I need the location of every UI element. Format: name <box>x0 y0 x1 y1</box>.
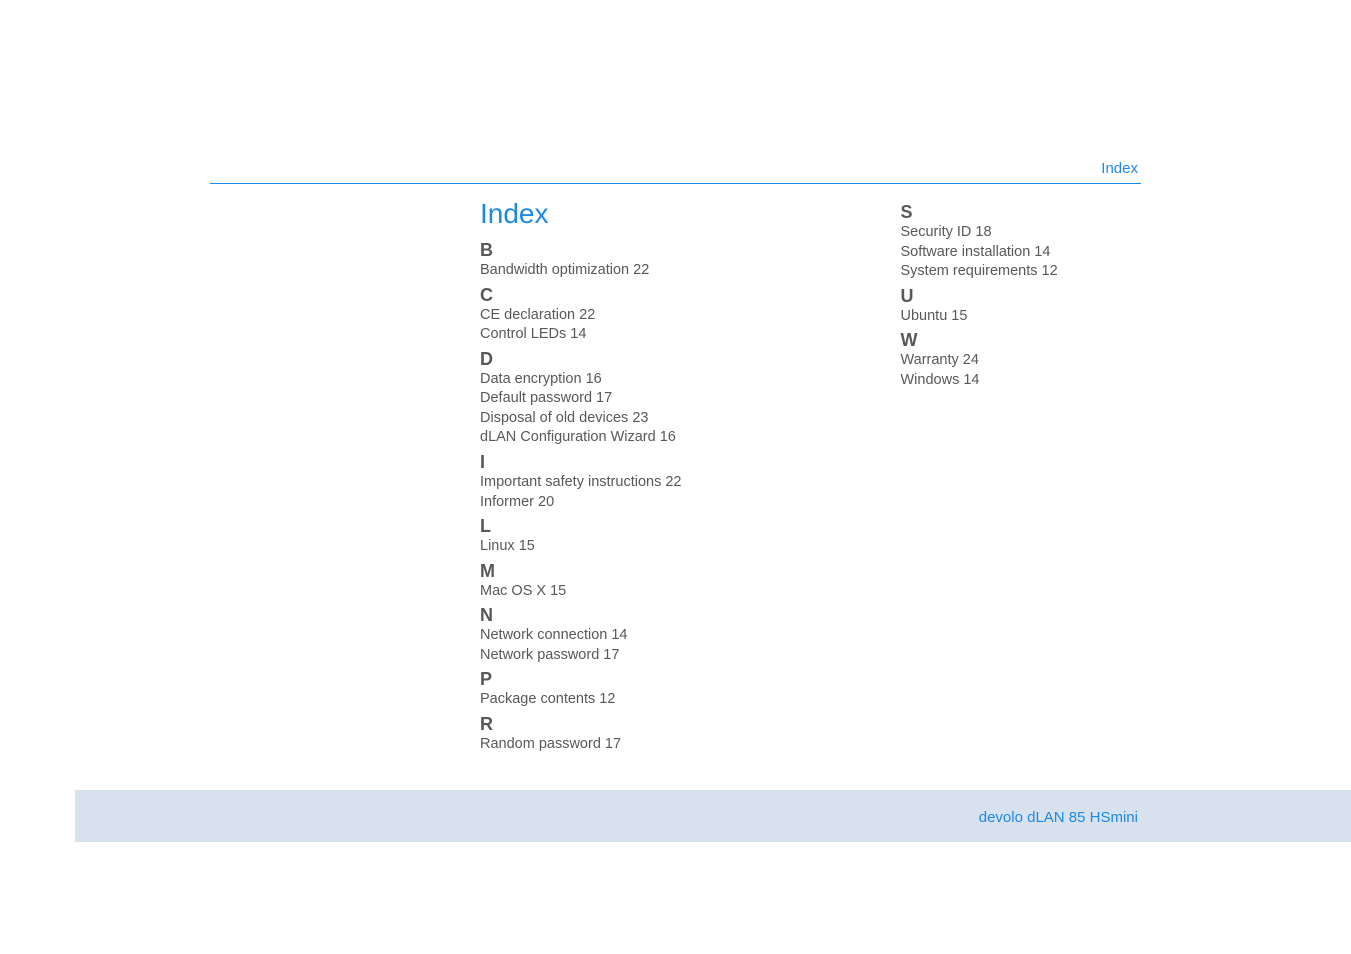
index-letter: S <box>901 202 1142 223</box>
index-entry: Package contents 12 <box>480 690 721 710</box>
index-entry: CE declaration 22 <box>480 306 721 326</box>
index-entry: Disposal of old devices 23 <box>480 409 721 429</box>
index-entry: Windows 14 <box>901 371 1142 391</box>
index-letter: P <box>480 669 721 690</box>
index-letter: C <box>480 285 721 306</box>
index-col-1: Index BBandwidth optimization 22 CCE decl… <box>480 198 721 754</box>
index-entry: Security ID 18 <box>901 223 1142 243</box>
index-entry: Ubuntu 15 <box>901 307 1142 327</box>
index-entry: Warranty 24 <box>901 351 1142 371</box>
footer-band <box>75 790 1351 842</box>
index-columns: Index BBandwidth optimization 22 CCE decl… <box>480 198 1141 754</box>
index-title: Index <box>480 198 721 230</box>
index-entry: Random password 17 <box>480 735 721 755</box>
index-entry: dLAN Configuration Wizard 16 <box>480 428 721 448</box>
index-col-2: SSecurity ID 18Software installation 14S… <box>901 198 1142 754</box>
index-entry: Linux 15 <box>480 537 721 557</box>
index-entry: Mac OS X 15 <box>480 582 721 602</box>
index-entry: Bandwidth optimization 22 <box>480 261 721 281</box>
index-letter: L <box>480 516 721 537</box>
index-entry: System requirements 12 <box>901 262 1142 282</box>
index-letter: U <box>901 286 1142 307</box>
index-entry: Network connection 14 <box>480 626 721 646</box>
index-entry: Default password 17 <box>480 389 721 409</box>
index-letter: D <box>480 349 721 370</box>
index-entry: Software installation 14 <box>901 243 1142 263</box>
index-letter: I <box>480 452 721 473</box>
index-letter: N <box>480 605 721 626</box>
index-entry: Data encryption 16 <box>480 370 721 390</box>
page-header-breadcrumb: Index <box>1101 160 1138 177</box>
index-entry: Control LEDs 14 <box>480 325 721 345</box>
index-entry: Important safety instructions 22 <box>480 473 721 493</box>
footer-product-name: devolo dLAN 85 HSmini <box>979 809 1138 826</box>
index-letter: B <box>480 240 721 261</box>
index-letter: W <box>901 330 1142 351</box>
index-letter: R <box>480 714 721 735</box>
index-entry: Informer 20 <box>480 493 721 513</box>
header-rule <box>210 183 1141 184</box>
index-entry: Network password 17 <box>480 646 721 666</box>
index-letter: M <box>480 561 721 582</box>
